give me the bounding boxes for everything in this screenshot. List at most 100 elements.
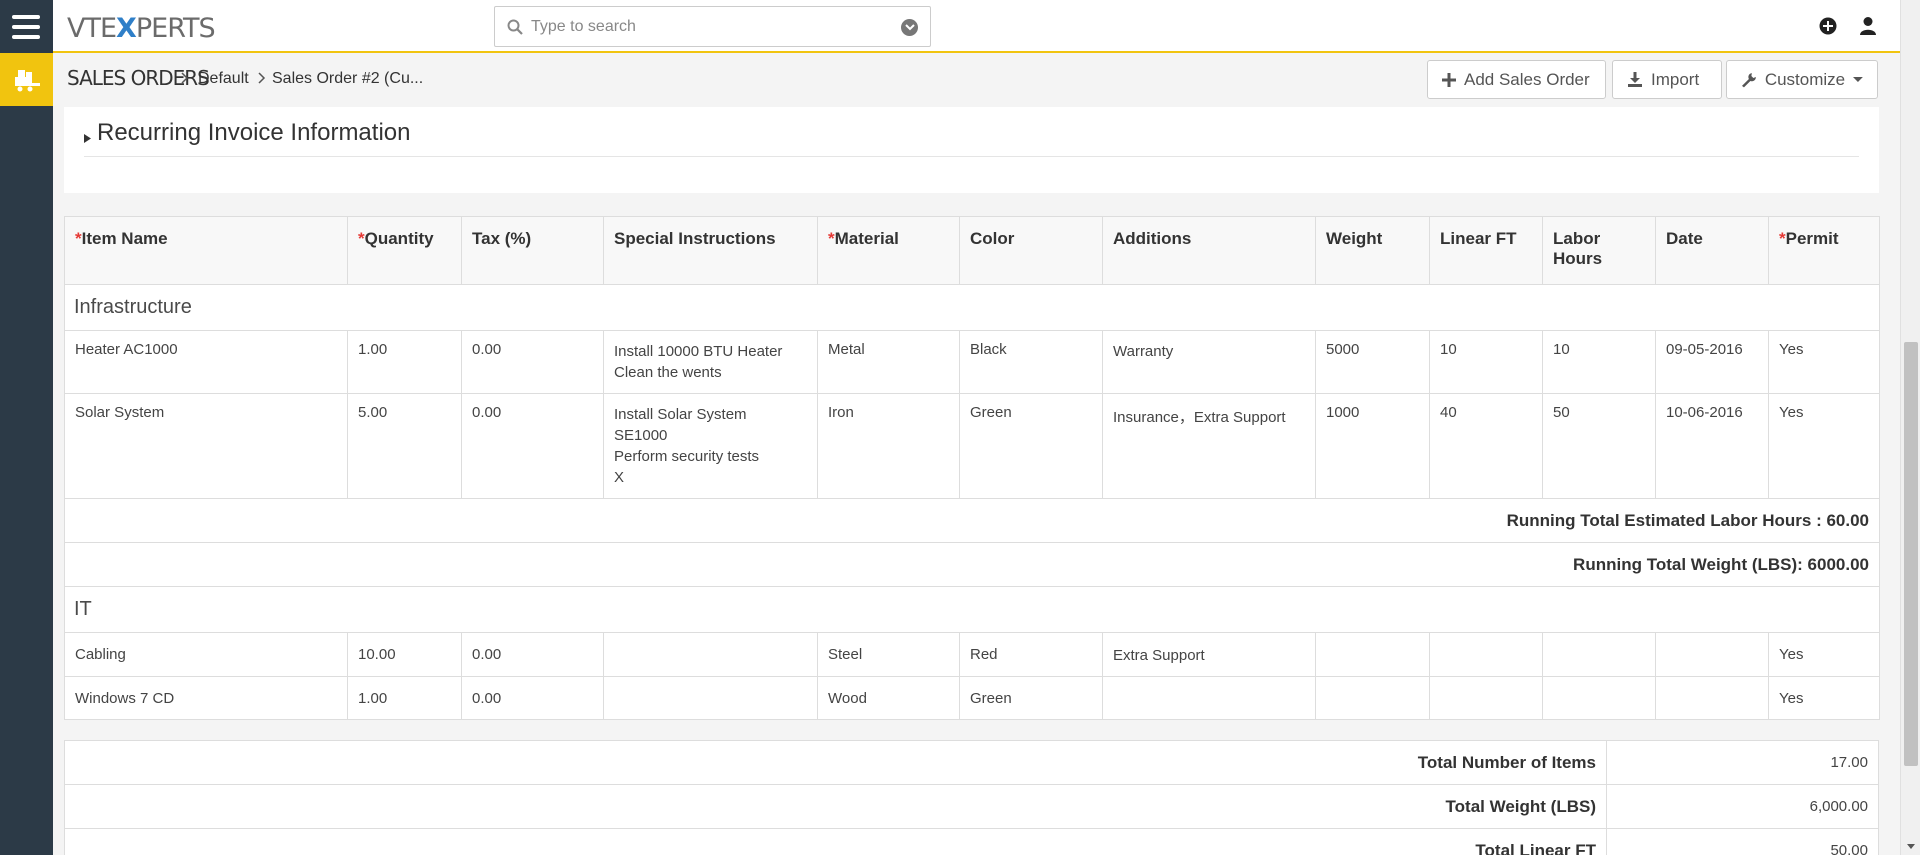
cell-linear-ft	[1429, 676, 1543, 720]
column-header[interactable]: Color	[959, 216, 1103, 285]
additions-value: Insurance，Extra Support	[1113, 409, 1286, 426]
cell-color: Black	[959, 330, 1103, 394]
cell-tax: 0.00	[461, 330, 604, 394]
cell-tax: 0.00	[461, 632, 604, 677]
column-header[interactable]: Linear FT	[1429, 216, 1543, 285]
total-value: 50.00	[1606, 828, 1879, 855]
scroll-down-arrow-icon[interactable]	[1907, 836, 1915, 854]
cell-item-name[interactable]: Cabling	[64, 632, 348, 677]
instruction-line: Install 10000 BTU Heater	[614, 343, 783, 360]
cell-linear-ft: 10	[1429, 330, 1543, 394]
customize-label: Customize	[1764, 69, 1846, 89]
recurring-invoice-section: Recurring Invoice Information	[64, 107, 1879, 193]
cell-material: Wood	[817, 676, 960, 720]
cell-date	[1655, 632, 1769, 677]
cell-item-name[interactable]: Solar System	[64, 393, 348, 499]
expand-caret-icon[interactable]	[84, 130, 91, 148]
line-items-table: *Item Name *Quantity Tax (%) Special Ins…	[64, 216, 1880, 720]
table-row[interactable]: Windows 7 CD 1.00 0.00 Wood Green Yes	[64, 676, 1880, 720]
running-total-weight: Running Total Weight (LBS): 6000.00	[64, 542, 1880, 587]
vtexperts-logo[interactable]: VTEXPERTS	[67, 13, 216, 44]
cell-material: Metal	[817, 330, 960, 394]
column-header[interactable]: Weight	[1315, 216, 1430, 285]
cell-date: 10-06-2016	[1655, 393, 1769, 499]
column-header[interactable]: *Item Name	[64, 216, 348, 285]
group-label: IT	[64, 586, 1880, 633]
column-header[interactable]: Additions	[1102, 216, 1316, 285]
running-total-labor-row: Running Total Estimated Labor Hours : 60…	[64, 498, 1880, 543]
cell-permit: Yes	[1768, 676, 1880, 720]
group-row-it: IT	[64, 586, 1880, 633]
cell-additions: Extra Support	[1102, 632, 1316, 677]
table-row[interactable]: Solar System 5.00 0.00 Install Solar Sys…	[64, 393, 1880, 499]
cell-weight	[1315, 632, 1430, 677]
cell-item-name[interactable]: Windows 7 CD	[64, 676, 348, 720]
cell-date	[1655, 676, 1769, 720]
column-header[interactable]: *Quantity	[347, 216, 462, 285]
running-total-weight-row: Running Total Weight (LBS): 6000.00	[64, 542, 1880, 587]
total-value: 6,000.00	[1606, 784, 1879, 829]
instruction-line: X	[614, 469, 625, 486]
import-button[interactable]: Import	[1612, 60, 1722, 99]
column-header[interactable]: *Permit	[1768, 216, 1880, 285]
cell-quantity: 1.00	[347, 330, 462, 394]
cell-color: Green	[959, 676, 1103, 720]
cell-permit: Yes	[1768, 632, 1880, 677]
additions-value: Extra Support	[1113, 647, 1205, 664]
top-bar: VTEXPERTS	[53, 0, 1900, 53]
column-header[interactable]: *Material	[817, 216, 960, 285]
instruction-line: Perform security tests	[614, 448, 760, 465]
caret-down-icon	[1853, 76, 1863, 82]
breadcrumb-record: Sales Order #2 (Cu...	[272, 70, 424, 87]
total-label: Total Number of Items	[64, 740, 1607, 785]
table-row[interactable]: Cabling 10.00 0.00 Steel Red Extra Suppo…	[64, 632, 1880, 677]
breadcrumb-chevron-icon	[181, 71, 189, 89]
cell-weight: 1000	[1315, 393, 1430, 499]
total-label: Total Weight (LBS)	[64, 784, 1607, 829]
running-total-labor: Running Total Estimated Labor Hours : 60…	[64, 498, 1880, 543]
column-header[interactable]: Date	[1655, 216, 1769, 285]
scrollbar-thumb[interactable]	[1904, 342, 1918, 766]
instruction-line: SE1000	[614, 427, 668, 444]
quick-create-plus-icon[interactable]	[1819, 17, 1837, 40]
search-input[interactable]	[531, 15, 891, 39]
instruction-line: Clean the wents	[614, 364, 722, 381]
user-profile-icon[interactable]	[1859, 16, 1877, 41]
cell-linear-ft	[1429, 632, 1543, 677]
cell-permit: Yes	[1768, 393, 1880, 499]
cell-item-name[interactable]: Heater AC1000	[64, 330, 348, 394]
add-sales-order-button[interactable]: Add Sales Order	[1427, 60, 1606, 99]
left-rail	[0, 0, 53, 855]
additions-value: Warranty	[1113, 343, 1174, 360]
module-header: SALES ORDERS Default Sales Order #2 (Cu.…	[53, 55, 1900, 103]
download-icon	[1628, 71, 1642, 87]
total-value: 17.00	[1606, 740, 1879, 785]
instruction-line: Install Solar System	[614, 406, 747, 423]
cell-labor-hours: 10	[1542, 330, 1656, 394]
column-header[interactable]: Tax (%)	[461, 216, 604, 285]
column-header[interactable]: Labor Hours	[1542, 216, 1656, 285]
column-header[interactable]: Special Instructions	[603, 216, 818, 285]
breadcrumb-chevron-icon	[258, 71, 266, 89]
cell-material: Iron	[817, 393, 960, 499]
cell-additions: Insurance，Extra Support	[1102, 393, 1316, 499]
page-scrollbar[interactable]	[1900, 0, 1920, 855]
cell-quantity: 1.00	[347, 676, 462, 720]
total-row: Total Number of Items 17.00	[64, 740, 1879, 785]
search-options-chevron-icon[interactable]	[901, 19, 918, 36]
breadcrumb-filter[interactable]: Default	[198, 70, 249, 88]
cell-tax: 0.00	[461, 393, 604, 499]
cell-labor-hours	[1542, 632, 1656, 677]
cell-special-instructions	[603, 676, 818, 720]
cell-special-instructions: Install 10000 BTU Heater Clean the wents	[603, 330, 818, 394]
table-row[interactable]: Heater AC1000 1.00 0.00 Install 10000 BT…	[64, 330, 1880, 394]
global-search	[494, 6, 931, 47]
cell-special-instructions	[603, 632, 818, 677]
menu-icon[interactable]	[12, 15, 40, 39]
sales-order-module-icon[interactable]	[0, 53, 53, 106]
total-row: Total Weight (LBS) 6,000.00	[64, 784, 1879, 829]
recurring-invoice-title[interactable]: Recurring Invoice Information	[97, 119, 410, 147]
customize-dropdown-button[interactable]: Customize	[1726, 60, 1878, 99]
group-row-infrastructure: Infrastructure	[64, 284, 1880, 331]
cell-additions	[1102, 676, 1316, 720]
